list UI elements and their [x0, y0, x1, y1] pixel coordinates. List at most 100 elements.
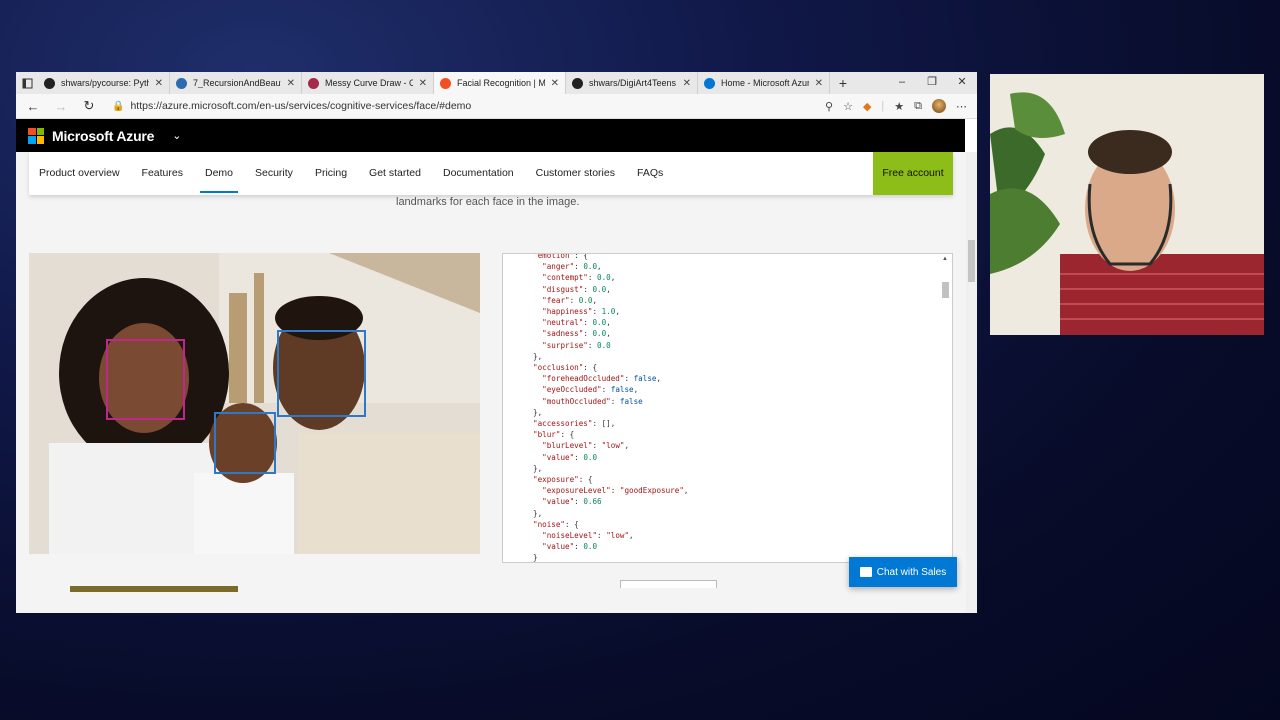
tab-5[interactable]: Home - Microsoft Azure ✕	[698, 72, 830, 94]
tab-0[interactable]: shwars/pycourse: Python ✕	[38, 72, 170, 94]
subnav-item-documentation[interactable]: Documentation	[432, 152, 525, 195]
face-box-baby	[214, 412, 276, 474]
tab-title: Home - Microsoft Azure	[721, 78, 809, 88]
back-button[interactable]: ←	[22, 99, 44, 114]
favorites-icon[interactable]: ★	[894, 100, 904, 113]
url-text: https://azure.microsoft.com/en-us/servic…	[130, 100, 472, 112]
address-bar-row: ← → ↻ 🔒 https://azure.microsoft.com/en-u…	[16, 94, 977, 119]
subnav-item-faqs[interactable]: FAQs	[626, 152, 674, 195]
chevron-down-icon[interactable]: ⌄	[172, 129, 181, 142]
json-line: "value": 0.0	[542, 452, 598, 462]
subnav-item-demo[interactable]: Demo	[194, 152, 244, 195]
forward-button[interactable]: →	[50, 99, 72, 114]
new-tab-button[interactable]: +	[830, 72, 856, 94]
tab-3[interactable]: Facial Recognition | Micr ✕	[434, 72, 566, 94]
azure-brand[interactable]: Microsoft Azure	[52, 128, 154, 144]
json-result-panel[interactable]: "emotion": { "anger": 0.0, "contempt": 0…	[502, 253, 953, 563]
json-line: "neutral": 0.0,	[542, 318, 611, 328]
collections-icon[interactable]: ⧉	[914, 100, 922, 113]
json-line: "value": 0.0	[542, 542, 598, 552]
chat-with-sales-button[interactable]: Chat with Sales	[849, 557, 957, 587]
json-scrollbar-thumb[interactable]	[942, 282, 949, 298]
tab-close-icon[interactable]: ✕	[815, 78, 823, 89]
tab-title: 7_RecursionAndBeauty.ip	[193, 78, 281, 88]
json-scrollbar[interactable]: ▲	[941, 254, 950, 562]
refresh-button[interactable]: ↻	[78, 98, 100, 114]
tab-title: shwars/pycourse: Python	[61, 78, 149, 88]
tab-close-icon[interactable]: ✕	[551, 78, 559, 89]
microsoft-logo-icon[interactable]	[28, 127, 44, 144]
tab-close-icon[interactable]: ✕	[287, 78, 295, 89]
favorite-star-icon[interactable]: ☆	[843, 100, 853, 113]
face-box-woman	[106, 339, 185, 420]
json-line: "blur": {	[533, 430, 575, 440]
json-line: "happiness": 1.0,	[542, 307, 620, 317]
close-window-icon[interactable]: ✕	[947, 72, 977, 94]
next-image-thumbnail[interactable]	[70, 586, 238, 592]
tab-close-icon[interactable]: ✕	[419, 78, 427, 89]
page-scrollbar-thumb[interactable]	[968, 240, 975, 282]
address-bar[interactable]: 🔒 https://azure.microsoft.com/en-us/serv…	[106, 96, 819, 116]
azure-header: Microsoft Azure ⌄	[16, 119, 965, 152]
json-line: "surprise": 0.0	[542, 340, 611, 350]
tab-actions-icon[interactable]	[16, 72, 38, 94]
zoom-icon[interactable]: ⚲	[825, 100, 833, 113]
json-line: },	[533, 463, 543, 473]
profile-avatar[interactable]	[932, 99, 946, 113]
github-icon	[44, 77, 55, 89]
json-line: "contempt": 0.0,	[542, 273, 616, 283]
chat-label: Chat with Sales	[876, 566, 947, 578]
json-line: "anger": 0.0,	[542, 262, 602, 272]
lock-icon: 🔒	[112, 100, 125, 112]
json-line: "exposure": {	[533, 475, 593, 485]
json-line: "noise": {	[533, 519, 579, 529]
json-line: },	[533, 407, 543, 417]
json-line: }	[533, 553, 538, 563]
tab-2[interactable]: Messy Curve Draw - Ope ✕	[302, 72, 434, 94]
product-subnav: Product overview Features Demo Security Pric…	[29, 152, 953, 195]
page-scrollbar[interactable]	[966, 152, 977, 613]
metamask-extension-icon[interactable]: ◆	[863, 100, 871, 113]
subnav-item-security[interactable]: Security	[244, 152, 304, 195]
minimize-icon[interactable]: –	[887, 72, 917, 94]
webcam-overlay	[990, 74, 1264, 335]
json-line: "occlusion": {	[533, 363, 598, 373]
json-line: },	[533, 351, 543, 361]
tab-title: Messy Curve Draw - Ope	[325, 78, 413, 88]
json-line: "blurLevel": "low",	[542, 441, 630, 451]
browser-window: shwars/pycourse: Python✕7_RecursionAndBe…	[16, 72, 977, 613]
subnav-item-customer-stories[interactable]: Customer stories	[525, 152, 626, 195]
subnav-item-product-overview[interactable]: Product overview	[29, 152, 131, 195]
free-account-button[interactable]: Free account	[873, 152, 953, 195]
presenter-video	[990, 74, 1264, 335]
subnav-item-pricing[interactable]: Pricing	[304, 152, 358, 195]
tab-title: shwars/DigiArt4Teens	[589, 78, 677, 88]
tab-4[interactable]: shwars/DigiArt4Teens ✕	[566, 72, 698, 94]
json-line: "mouthOccluded": false	[542, 396, 643, 406]
tab-title: Facial Recognition | Micr	[457, 78, 545, 88]
restore-icon[interactable]: ❐	[917, 72, 947, 94]
tab-close-icon[interactable]: ✕	[155, 78, 163, 89]
subnav-item-features[interactable]: Features	[131, 152, 194, 195]
tab-close-icon[interactable]: ✕	[683, 78, 691, 89]
section-description: landmarks for each face in the image.	[396, 196, 580, 208]
json-line: "eyeOccluded": false,	[542, 385, 639, 395]
face-box-man	[277, 330, 366, 417]
tab-1[interactable]: 7_RecursionAndBeauty.ip ✕	[170, 72, 302, 94]
image-url-input[interactable]	[620, 580, 717, 588]
json-line: "disgust": 0.0,	[542, 284, 611, 294]
json-line: },	[533, 508, 543, 518]
more-icon[interactable]: ⋯	[956, 100, 967, 113]
page-content: Product overview Features Demo Security Pric…	[16, 152, 966, 613]
subnav-item-get-started[interactable]: Get started	[358, 152, 432, 195]
github-icon	[572, 77, 583, 89]
chat-icon	[859, 567, 872, 577]
json-line: "foreheadOccluded": false,	[542, 374, 662, 384]
json-line: "exposureLevel": "goodExposure",	[542, 486, 689, 496]
json-line: "sadness": 0.0,	[542, 329, 611, 339]
scroll-up-icon[interactable]: ▲	[942, 256, 948, 262]
openprocessing-icon	[308, 77, 319, 89]
separator: |	[881, 100, 885, 112]
json-output: "emotion": { "anger": 0.0, "contempt": 0…	[503, 254, 689, 563]
tab-strip: shwars/pycourse: Python✕7_RecursionAndBe…	[16, 72, 977, 94]
